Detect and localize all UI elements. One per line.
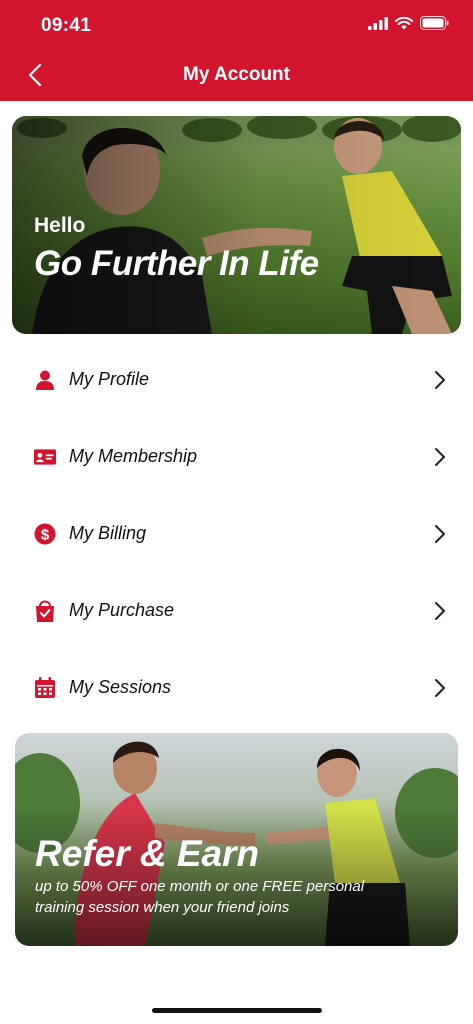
- menu-item-billing[interactable]: $ My Billing: [0, 495, 473, 572]
- signal-icon: [368, 16, 388, 30]
- menu-item-purchase[interactable]: My Purchase: [0, 572, 473, 649]
- menu-label-sessions: My Sessions: [69, 677, 172, 697]
- hero-greeting: Hello: [34, 214, 86, 237]
- account-menu: My Profile My Membership $ My Billing My…: [0, 341, 473, 726]
- home-indicator[interactable]: [152, 1008, 322, 1013]
- chevron-right-icon: [435, 447, 445, 466]
- status-icons: [368, 16, 449, 30]
- page-title: My Account: [183, 64, 290, 85]
- menu-label-profile: My Profile: [69, 369, 150, 389]
- promo-title: Refer & Earn: [35, 833, 260, 874]
- dollar-icon: $: [34, 523, 56, 545]
- promo-subtitle: up to 50% OFF one month or one FREE pers…: [35, 878, 365, 916]
- svg-text:$: $: [41, 526, 50, 543]
- hero-banner: Hello Go Further In Life: [12, 116, 461, 334]
- menu-item-profile[interactable]: My Profile: [0, 341, 473, 418]
- menu-item-membership[interactable]: My Membership: [0, 418, 473, 495]
- chevron-right-icon: [435, 370, 445, 389]
- app-header: 09:41 My Account: [0, 0, 473, 101]
- shopping-bag-icon: [34, 600, 56, 622]
- chevron-right-icon: [435, 678, 445, 697]
- refer-earn-banner[interactable]: Refer & Earn up to 50% OFF one month or …: [15, 733, 458, 946]
- status-time: 09:41: [41, 15, 92, 36]
- menu-item-sessions[interactable]: My Sessions: [0, 649, 473, 726]
- calendar-icon: [34, 676, 56, 699]
- person-icon: [34, 369, 56, 391]
- menu-label-purchase: My Purchase: [69, 600, 175, 620]
- id-card-icon: [34, 446, 56, 468]
- hero-tagline: Go Further In Life: [34, 244, 319, 283]
- wifi-icon: [395, 16, 413, 29]
- chevron-right-icon: [435, 524, 445, 543]
- menu-label-membership: My Membership: [69, 446, 198, 466]
- battery-icon: [420, 16, 449, 30]
- chevron-right-icon: [435, 601, 445, 620]
- menu-label-billing: My Billing: [69, 523, 147, 543]
